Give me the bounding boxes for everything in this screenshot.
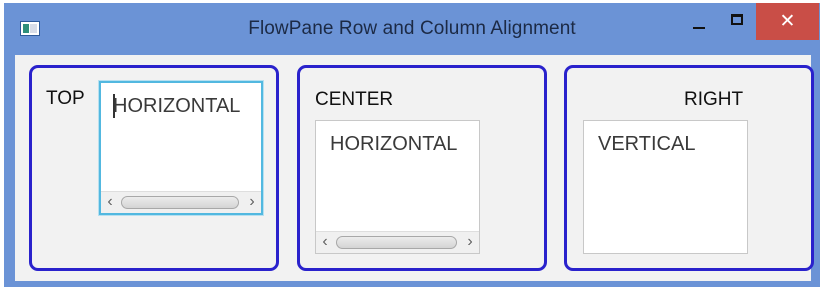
- flowpane-top: TOP HORIZONTAL ‹ ›: [29, 65, 279, 271]
- text-area-value: VERTICAL: [598, 133, 696, 155]
- scroll-thumb[interactable]: [336, 236, 457, 249]
- application-window: FlowPane Row and Column Alignment ✕ TOP …: [4, 3, 820, 287]
- scroll-left-icon[interactable]: ‹: [103, 193, 117, 211]
- close-icon: ✕: [779, 11, 796, 32]
- text-area-right[interactable]: VERTICAL: [583, 120, 748, 254]
- text-area-center[interactable]: HORIZONTAL ‹ ›: [315, 120, 480, 254]
- window-content: TOP HORIZONTAL ‹ › CENTER HORIZONTAL ‹ ›: [15, 55, 814, 281]
- horizontal-scrollbar[interactable]: ‹ ›: [101, 191, 261, 213]
- pane-label-right: RIGHT: [684, 89, 744, 110]
- text-area-value: HORIZONTAL: [113, 95, 241, 117]
- scroll-right-icon[interactable]: ›: [245, 193, 259, 211]
- text-area-value: HORIZONTAL: [330, 133, 458, 155]
- pane-label-top: TOP: [46, 88, 85, 109]
- pane-label-center: CENTER: [315, 89, 394, 110]
- minimize-icon: [693, 27, 705, 29]
- maximize-button[interactable]: [716, 3, 756, 40]
- horizontal-scrollbar[interactable]: ‹ ›: [316, 231, 479, 253]
- title-bar[interactable]: FlowPane Row and Column Alignment ✕: [4, 3, 820, 53]
- flowpane-center: CENTER HORIZONTAL ‹ ›: [297, 65, 547, 271]
- scroll-thumb[interactable]: [121, 196, 239, 209]
- text-area-top[interactable]: HORIZONTAL ‹ ›: [99, 81, 263, 215]
- close-button[interactable]: ✕: [756, 3, 819, 40]
- scroll-right-icon[interactable]: ›: [463, 233, 477, 251]
- minimize-button[interactable]: [676, 3, 716, 40]
- scroll-left-icon[interactable]: ‹: [318, 233, 332, 251]
- maximize-icon: [731, 14, 743, 25]
- flowpane-right: RIGHT VERTICAL: [564, 65, 814, 271]
